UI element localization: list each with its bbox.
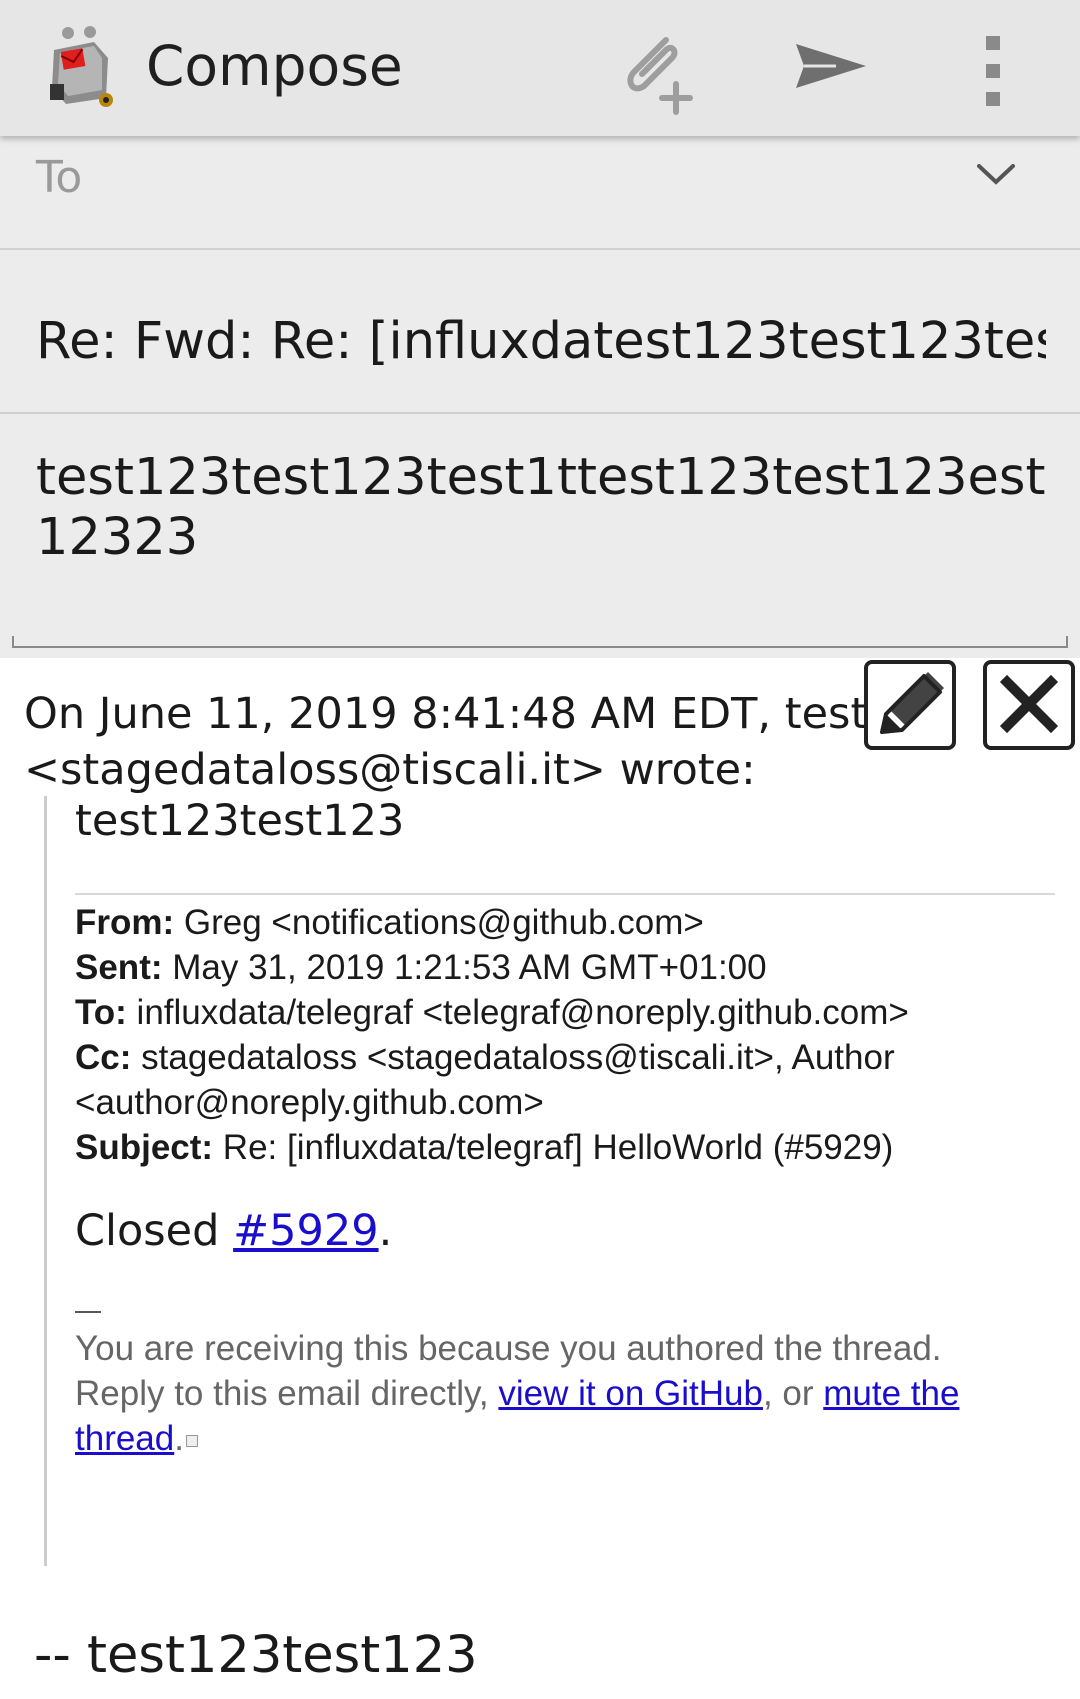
quote-header-line2: <stagedataloss@tiscali.it> wrote: (24, 745, 756, 795)
top-app-bar: Compose (0, 0, 1080, 136)
header-to: To: influxdata/telegraf <telegraf@norepl… (75, 993, 909, 1032)
quoted-greeting: test123test123 (75, 796, 405, 846)
to-placeholder: To (36, 152, 83, 203)
divider (75, 893, 1055, 895)
pencil-icon (880, 672, 944, 734)
edit-quote-button[interactable] (864, 660, 956, 750)
to-field[interactable]: To (0, 136, 1080, 250)
tracking-pixel-icon (185, 1434, 198, 1447)
header-sent: Sent: May 31, 2019 1:21:53 AM GMT+01:00 (75, 948, 767, 987)
quoted-message: On June 11, 2019 8:41:48 AM EDT, test123… (0, 658, 1080, 1699)
close-icon (999, 674, 1059, 734)
notification-footer: You are receiving this because you autho… (75, 1329, 960, 1458)
message-body-input[interactable]: test123test123test1ttest123test123est123… (36, 448, 1056, 568)
quoted-blockquote: test123test123 From: Greg <notifications… (44, 796, 1063, 1566)
body-input-underline (12, 636, 1068, 648)
header-from: From: Greg <notifications@github.com> (75, 903, 704, 942)
message-body-field[interactable]: test123test123test1ttest123test123est123… (0, 414, 1080, 658)
more-vert-icon[interactable] (950, 26, 1040, 116)
subject-field[interactable]: Re: Fwd: Re: [influxdatest123test123test… (0, 250, 1080, 414)
issue-link[interactable]: #5929 (233, 1206, 378, 1256)
footer-dash (75, 1311, 101, 1313)
quote-header: On June 11, 2019 8:41:48 AM EDT, test123… (24, 686, 864, 798)
signature: -- test123test123 (34, 1626, 478, 1685)
forwarded-headers: From: Greg <notifications@github.com> Se… (75, 900, 1065, 1170)
app-title: Compose (146, 34, 403, 98)
header-subject: Subject: Re: [influxdata/telegraf] Hello… (75, 1128, 894, 1167)
quote-header-line1: On June 11, 2019 8:41:48 AM EDT, test123… (24, 689, 864, 739)
chevron-down-icon[interactable] (975, 158, 1017, 188)
view-on-github-link[interactable]: view it on GitHub (498, 1374, 763, 1413)
attach-plus-icon[interactable] (610, 26, 700, 116)
remove-quote-button[interactable] (983, 660, 1075, 750)
subject-input[interactable]: Re: Fwd: Re: [influxdatest123test123test… (36, 312, 1046, 371)
app-logo-icon (50, 26, 113, 107)
header-cc: Cc: stagedataloss <stagedataloss@tiscali… (75, 1038, 895, 1122)
send-icon[interactable] (782, 26, 872, 116)
closed-note: Closed #5929. (75, 1206, 393, 1256)
